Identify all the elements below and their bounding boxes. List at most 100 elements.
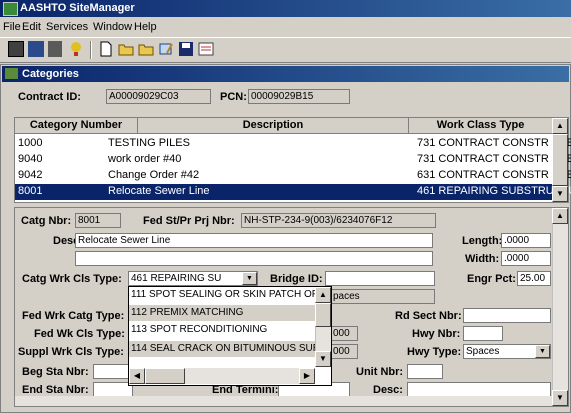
fed-prj-field: NH-STP-234-9(003)/6234076F12: [241, 213, 436, 228]
menu-services[interactable]: Services: [46, 21, 88, 33]
scroll-up-icon[interactable]: ▲: [552, 118, 568, 134]
chevron-down-icon[interactable]: ▼: [242, 272, 257, 285]
end-sta-nbr-label: End Sta Nbr:: [22, 384, 89, 396]
desc2-label: Desc:: [373, 384, 403, 396]
edit-icon[interactable]: [158, 41, 174, 57]
cell-number: 9042: [18, 169, 43, 181]
preview-icon[interactable]: [198, 41, 214, 57]
width-field[interactable]: .0000: [501, 251, 551, 266]
engr-pct-label: Engr Pct:: [467, 273, 516, 285]
save-icon[interactable]: [178, 41, 194, 57]
scroll-down-icon[interactable]: ▼: [552, 390, 568, 406]
cell-work-class: 731 CONTRACT CONSTR - REG: [417, 137, 571, 149]
menu-edit[interactable]: Edit: [22, 21, 41, 33]
scroll-down-icon[interactable]: ▼: [315, 351, 331, 367]
detail-hscrollbar[interactable]: [15, 396, 552, 406]
open-folder-icon[interactable]: [118, 41, 134, 57]
bridge-id-field[interactable]: [325, 271, 435, 286]
table-row-selected[interactable]: 8001 Relocate Sewer Line 461 REPAIRING S…: [15, 184, 571, 200]
window-title: Categories: [22, 68, 79, 80]
menu-help[interactable]: Help: [134, 21, 157, 33]
dropdown-option[interactable]: 112 PREMIX MATCHING: [129, 305, 315, 321]
beg-sta-nbr-field[interactable]: [93, 364, 133, 379]
unit-nbr-label: Unit Nbr:: [356, 366, 404, 378]
catg-nbr-label: Catg Nbr:: [21, 215, 72, 227]
cell-description: work order #40: [108, 153, 182, 165]
scroll-right-icon[interactable]: ▶: [299, 368, 315, 384]
menu-window[interactable]: Window: [93, 21, 132, 33]
window-icon: [5, 68, 18, 79]
contract-id-field: A00009029C03: [106, 89, 211, 104]
scroll-up-icon[interactable]: ▲: [315, 287, 331, 303]
table-row[interactable]: 9040 work order #40 731 CONTRACT CONSTR …: [15, 152, 571, 168]
table-row[interactable]: 1000 TESTING PILES 731 CONTRACT CONSTR -…: [15, 136, 571, 152]
window-title-bar: Categories: [2, 66, 569, 82]
help-icon[interactable]: [68, 41, 84, 57]
cell-number: 1000: [18, 137, 43, 149]
beg-sta-nbr-label: Beg Sta Nbr:: [22, 366, 89, 378]
table-row[interactable]: 9042 Change Order #42 631 CONTRACT CONST…: [15, 168, 571, 184]
dropdown-hscrollbar[interactable]: ◀ ▶: [129, 368, 315, 384]
fed-wrk-catg-label: Fed Wrk Catg Type:: [22, 310, 125, 322]
fed-wk-cls-label: Fed Wk Cls Type:: [34, 328, 125, 340]
menu-bar: File Edit Services Window Help: [0, 18, 571, 36]
app-icon: [3, 2, 18, 16]
app-title-bar: AASHTO SiteManager: [0, 0, 571, 17]
dropdown-vscrollbar[interactable]: ▲ ▼: [315, 287, 331, 367]
end-sta-nbr-field[interactable]: [93, 382, 133, 397]
dropdown-option[interactable]: 111 SPOT SEALING OR SKIN PATCH OF F: [129, 287, 315, 303]
hwy-nbr-field[interactable]: [463, 326, 503, 341]
cell-work-class: 631 CONTRACT CONSTR - REG: [417, 169, 571, 181]
chevron-down-icon[interactable]: ▼: [535, 345, 550, 358]
desc-field[interactable]: Relocate Sewer Line: [75, 233, 433, 248]
desc-field-line2[interactable]: [75, 251, 433, 266]
cell-work-class: 461 REPAIRING SUBSTRUCTUI: [417, 185, 571, 197]
scroll-thumb[interactable]: [552, 134, 568, 186]
catg-wrk-cls-label: Catg Wrk Cls Type:: [22, 273, 122, 285]
cell-description: Relocate Sewer Line: [108, 185, 210, 197]
desc2-field[interactable]: [407, 382, 551, 397]
scroll-left-icon[interactable]: ◀: [129, 368, 145, 384]
split-icon[interactable]: [48, 41, 62, 57]
col-header-work-class-type[interactable]: Work Class Type: [409, 118, 553, 134]
length-field[interactable]: .0000: [501, 233, 551, 248]
toolbar: [0, 37, 571, 63]
bridge-id-label: Bridge ID:: [270, 273, 323, 285]
catg-wrk-cls-select[interactable]: 461 REPAIRING SU: [128, 271, 258, 286]
layout-icon[interactable]: [28, 41, 44, 57]
cell-description: Change Order #42: [108, 169, 200, 181]
fed-prj-label: Fed St/Pr Prj Nbr:: [143, 215, 235, 227]
cell-work-class: 731 CONTRACT CONSTR - REG: [417, 153, 571, 165]
cell-number: 8001: [18, 185, 43, 197]
rd-sect-nbr-label: Rd Sect Nbr:: [395, 310, 462, 322]
spaces-field: paces: [318, 289, 435, 304]
suppl-wrk-cls-label: Suppl Wrk Cls Type:: [18, 346, 124, 358]
scroll-thumb[interactable]: [145, 368, 185, 384]
open-folder-icon[interactable]: [138, 41, 154, 57]
col-header-category-number[interactable]: Category Number: [15, 118, 138, 134]
table-scrollbar[interactable]: ▲ ▼: [552, 118, 568, 202]
cell-number: 9040: [18, 153, 43, 165]
hwy-nbr-label: Hwy Nbr:: [412, 328, 461, 340]
length-label: Length:: [462, 235, 503, 247]
detail-scrollbar[interactable]: ▲ ▼: [552, 208, 568, 406]
dropdown-option[interactable]: 113 SPOT RECONDITIONING: [129, 322, 315, 338]
app-title: AASHTO SiteManager: [20, 2, 135, 14]
width-label: Width:: [465, 253, 500, 265]
col-header-description[interactable]: Description: [138, 118, 409, 134]
unit-nbr-field[interactable]: [407, 364, 443, 379]
menu-file[interactable]: File: [3, 21, 21, 33]
contract-id-label: Contract ID:: [18, 91, 81, 103]
grid-icon[interactable]: [8, 41, 24, 57]
engr-pct-field[interactable]: 25.00: [517, 271, 551, 286]
pcn-label: PCN:: [220, 91, 247, 103]
new-document-icon[interactable]: [98, 41, 114, 57]
pcn-field: 00009029B15: [248, 89, 350, 104]
scroll-down-icon[interactable]: ▼: [552, 186, 568, 202]
scroll-up-icon[interactable]: ▲: [552, 208, 568, 224]
rd-sect-nbr-field[interactable]: [463, 308, 551, 323]
hwy-type-label: Hwy Type:: [407, 346, 462, 358]
scroll-thumb[interactable]: [315, 303, 331, 327]
dropdown-option[interactable]: 114 SEAL CRACK ON BITUMINOUS SURF/: [129, 341, 315, 357]
catg-nbr-field: 8001: [75, 213, 121, 228]
